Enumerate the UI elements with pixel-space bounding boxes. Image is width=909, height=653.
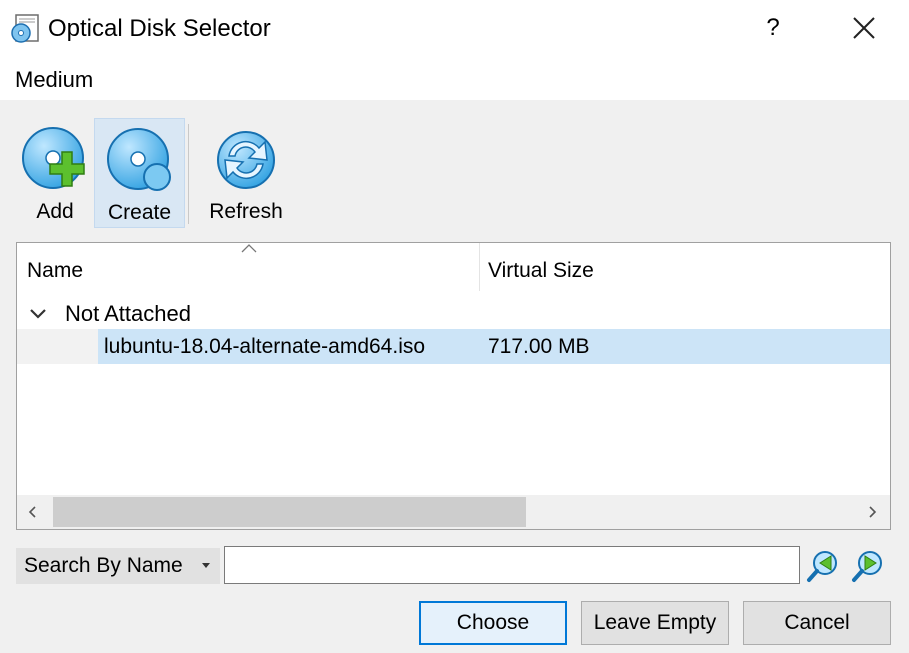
create-button[interactable]: Create [94, 118, 185, 228]
sort-ascending-icon [241, 244, 257, 253]
leave-empty-button[interactable]: Leave Empty [581, 601, 729, 645]
chevron-left-icon[interactable] [25, 504, 41, 520]
table-row[interactable]: lubuntu-18.04-alternate-amd64.iso 717.00… [17, 329, 890, 364]
scrollbar-thumb[interactable] [53, 497, 526, 527]
chevron-down-icon[interactable] [29, 305, 47, 323]
row-indent [17, 329, 98, 364]
media-tree[interactable]: Name Virtual Size Not Attached lubuntu-1… [16, 242, 891, 530]
create-disk-icon [106, 128, 171, 191]
column-header-virtual-size[interactable]: Virtual Size [488, 257, 594, 285]
menu-medium[interactable]: Medium [15, 66, 93, 94]
help-button[interactable]: ? [758, 10, 788, 46]
medium-name: lubuntu-18.04-alternate-amd64.iso [104, 335, 426, 358]
window-title: Optical Disk Selector [48, 15, 271, 42]
close-icon[interactable] [848, 10, 880, 46]
menu-bar: Medium [0, 58, 909, 100]
horizontal-scrollbar[interactable] [17, 495, 890, 529]
search-next-icon[interactable] [850, 548, 886, 584]
add-disk-icon [22, 127, 85, 189]
search-input[interactable] [224, 546, 800, 584]
chevron-right-icon[interactable] [864, 504, 880, 520]
toolbar-separator [188, 124, 189, 224]
choose-button[interactable]: Choose [419, 601, 567, 645]
title-bar: Optical Disk Selector ? [0, 0, 909, 58]
search-type-dropdown[interactable]: Search By Name [16, 548, 220, 584]
refresh-button[interactable]: Refresh [200, 118, 292, 228]
group-row[interactable]: Not Attached [17, 297, 890, 331]
optical-disk-icon [11, 14, 39, 43]
group-label: Not Attached [65, 301, 191, 326]
search-type-label: Search By Name [24, 554, 183, 577]
column-header-name[interactable]: Name [27, 257, 83, 285]
refresh-label: Refresh [209, 200, 283, 223]
column-divider[interactable] [479, 243, 480, 291]
medium-virtual-size: 717.00 MB [488, 335, 590, 358]
refresh-icon [217, 131, 275, 189]
search-previous-icon[interactable] [805, 548, 841, 584]
dropdown-arrow-icon [202, 563, 210, 568]
add-label: Add [36, 200, 74, 223]
add-button[interactable]: Add [16, 118, 94, 228]
create-label: Create [107, 201, 172, 224]
cancel-button[interactable]: Cancel [743, 601, 891, 645]
